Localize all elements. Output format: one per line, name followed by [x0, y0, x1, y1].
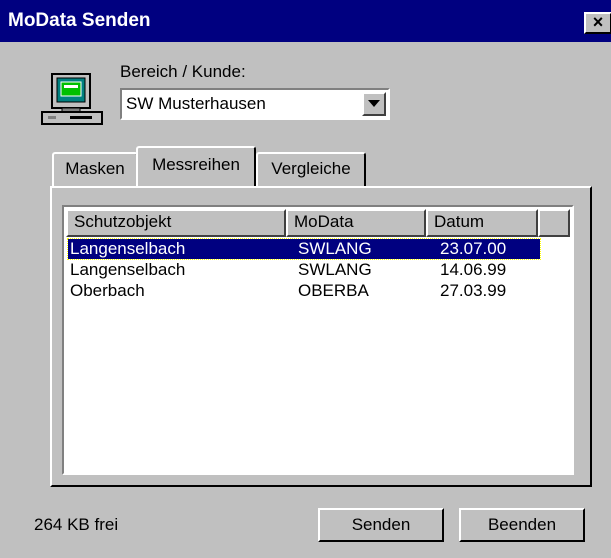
cell-modata: SWLANG — [298, 260, 372, 279]
cell-schutzobjekt: Langenselbach — [70, 260, 186, 279]
cell-datum: 27.03.99 — [440, 281, 507, 300]
tab-vergleiche[interactable]: Vergleiche — [256, 152, 366, 188]
column-header-modata[interactable]: MoData — [286, 209, 426, 237]
tab-messreihen[interactable]: Messreihen — [136, 146, 256, 186]
close-button[interactable]: × — [584, 12, 611, 34]
cell-modata: SWLANG — [298, 239, 372, 258]
free-space-status: 264 KB frei — [34, 515, 119, 534]
table-row[interactable]: Oberbach OBERBA 27.03.99 — [68, 281, 540, 301]
messreihen-list[interactable]: Schutzobjekt MoData Datum Langenselbach … — [62, 205, 574, 475]
modata-senden-window: MoData Senden × Bereich / Kunde: SW Must… — [0, 0, 611, 558]
senden-button[interactable]: Senden — [318, 508, 444, 542]
column-header-schutzobjekt[interactable]: Schutzobjekt — [66, 209, 286, 237]
table-row[interactable]: Langenselbach SWLANG 23.07.00 — [67, 238, 541, 260]
cell-datum: 23.07.00 — [440, 239, 507, 258]
tab-masken[interactable]: Masken — [52, 152, 138, 188]
title-bar[interactable]: MoData Senden × — [0, 0, 611, 42]
cell-modata: OBERBA — [298, 281, 369, 300]
table-row[interactable]: Langenselbach SWLANG 14.06.99 — [68, 260, 540, 280]
column-header-datum[interactable]: Datum — [426, 209, 538, 237]
beenden-button[interactable]: Beenden — [459, 508, 585, 542]
bereich-kunde-label: Bereich / Kunde: — [120, 62, 246, 81]
bereich-kunde-value: SW Musterhausen — [126, 94, 266, 113]
cell-schutzobjekt: Langenselbach — [70, 239, 186, 258]
computer-icon — [41, 73, 103, 125]
cell-schutzobjekt: Oberbach — [70, 281, 145, 300]
column-header-empty — [538, 209, 570, 237]
dropdown-button[interactable] — [362, 92, 386, 116]
window-title: MoData Senden — [8, 10, 151, 31]
bereich-kunde-select[interactable]: SW Musterhausen — [120, 88, 390, 120]
cell-datum: 14.06.99 — [440, 260, 507, 279]
chevron-down-icon — [368, 100, 380, 107]
